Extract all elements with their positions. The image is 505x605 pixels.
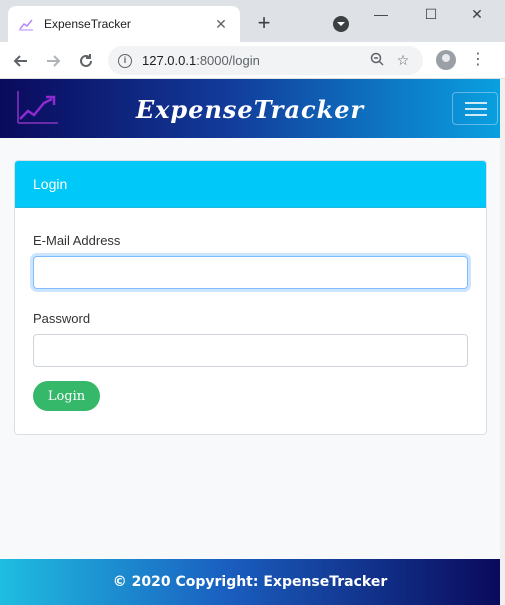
browser-tab[interactable]: ExpenseTracker ✕: [8, 6, 240, 42]
zoom-out-icon[interactable]: [367, 52, 387, 69]
login-card: Login E-Mail Address Password Login: [14, 160, 487, 435]
login-card-header: Login: [15, 161, 486, 208]
star-icon[interactable]: ☆: [393, 52, 413, 69]
app-navbar: ExpenseTracker: [0, 79, 500, 138]
url-text: 127.0.0.1:8000/login: [142, 53, 361, 68]
footer-copyright: © 2020 Copyright: ExpenseTracker: [0, 559, 500, 605]
tab-close-icon[interactable]: ✕: [212, 16, 230, 33]
browser-menu-icon[interactable]: ⋮: [470, 50, 486, 70]
login-form: E-Mail Address Password Login: [15, 233, 486, 411]
login-button[interactable]: Login: [33, 381, 100, 411]
window-close-button[interactable]: ✕: [462, 4, 492, 24]
navbar-toggler-button[interactable]: [452, 92, 498, 125]
password-label: Password: [33, 311, 91, 326]
email-field[interactable]: [33, 256, 468, 289]
browser-toolbar: i 127.0.0.1:8000/login ☆ ⋮: [0, 42, 505, 79]
browser-tab-strip: ExpenseTracker ✕ + — ☐ ✕: [0, 0, 505, 42]
hamburger-line: [465, 108, 487, 110]
forward-arrow-icon[interactable]: [42, 50, 64, 72]
new-tab-button[interactable]: +: [254, 12, 274, 34]
hamburger-line: [465, 102, 487, 104]
minimize-button[interactable]: —: [366, 4, 396, 24]
hamburger-line: [465, 114, 487, 116]
url-path: :8000/login: [196, 53, 260, 68]
tab-search-icon[interactable]: [333, 16, 349, 32]
page-edge: [500, 79, 505, 605]
brand-title[interactable]: ExpenseTracker: [0, 95, 500, 124]
maximize-button[interactable]: ☐: [416, 4, 446, 24]
profile-avatar-icon[interactable]: [436, 50, 456, 70]
trend-chart-icon: [19, 19, 33, 31]
reload-icon[interactable]: [75, 50, 97, 72]
address-bar[interactable]: i 127.0.0.1:8000/login ☆: [108, 46, 423, 75]
password-field[interactable]: [33, 334, 468, 367]
url-host: 127.0.0.1: [142, 53, 197, 68]
back-arrow-icon[interactable]: [10, 50, 32, 72]
email-label: E-Mail Address: [33, 233, 121, 248]
tab-title: ExpenseTracker: [44, 17, 131, 31]
info-icon[interactable]: i: [118, 53, 132, 68]
